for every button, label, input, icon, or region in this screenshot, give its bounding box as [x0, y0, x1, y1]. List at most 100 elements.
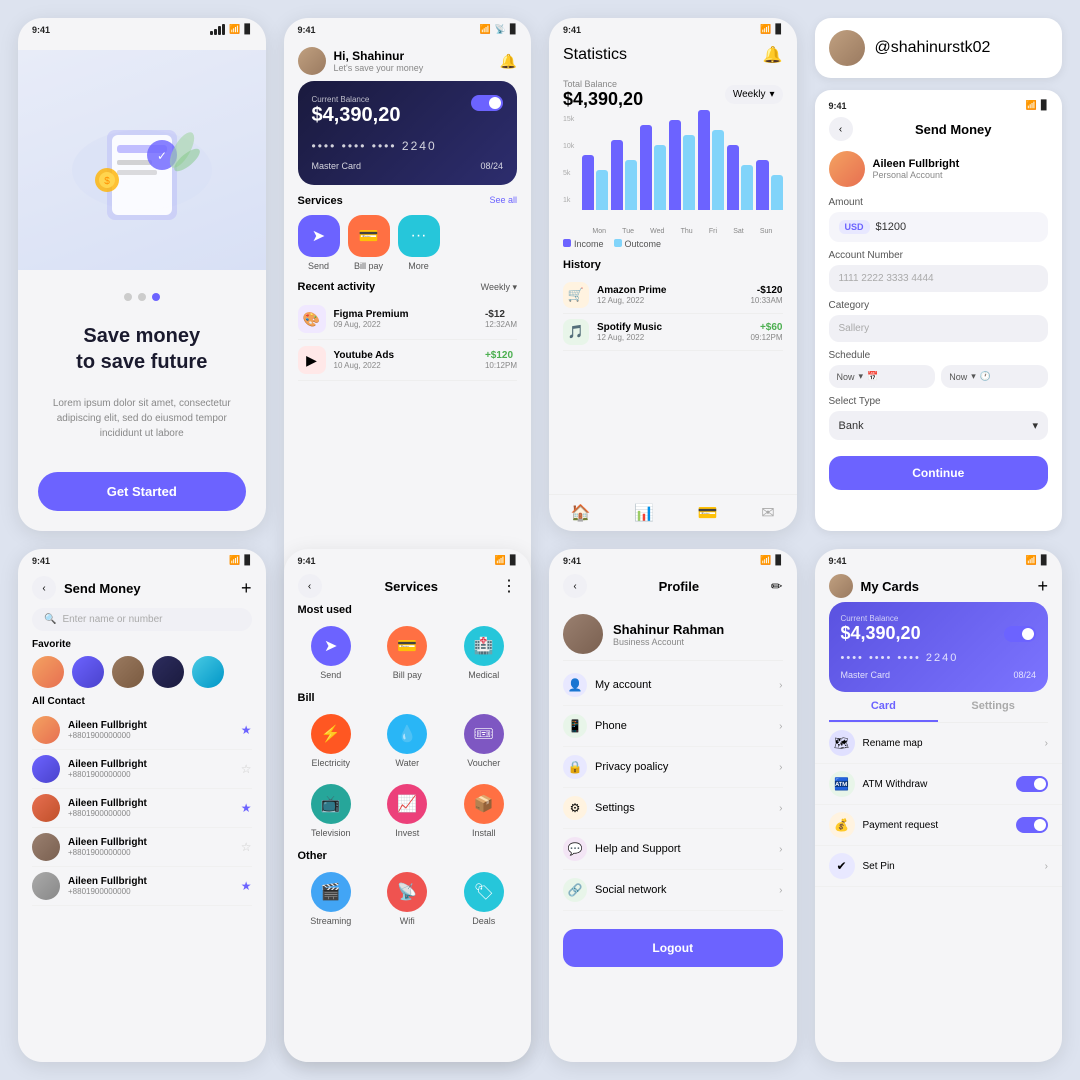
television-icon: 📺 — [311, 784, 351, 824]
contact-3[interactable]: Aileen Fullbright +8801900000000 ★ — [32, 789, 252, 828]
see-all-link[interactable]: See all — [489, 195, 517, 207]
schedule-to[interactable]: Now ▾ 🕐 — [941, 365, 1048, 388]
service-television[interactable]: 📺 Television — [298, 784, 365, 838]
card-toggle[interactable] — [471, 95, 503, 111]
fav-avatar-3[interactable] — [112, 656, 144, 688]
profile-user-type: Business Account — [613, 637, 724, 647]
atm-toggle[interactable] — [1016, 776, 1048, 792]
contact-2[interactable]: Aileen Fullbright +8801900000000 ☆ — [32, 750, 252, 789]
setting-rename[interactable]: 🗺 Rename map › — [815, 723, 1063, 764]
amount-input[interactable]: USD $1200 — [829, 212, 1049, 242]
star-icon-3[interactable]: ★ — [241, 801, 252, 815]
nav-home-3[interactable]: 🏠 — [571, 503, 591, 523]
spotify-name: Spotify Music — [597, 322, 742, 333]
signal-icon-7: 📶 — [760, 555, 771, 566]
service-invest[interactable]: 📈 Invest — [374, 784, 441, 838]
profile-user-name: Shahinur Rahman — [613, 622, 724, 637]
service-streaming[interactable]: 🎬 Streaming — [298, 872, 365, 926]
star-icon-1[interactable]: ★ — [241, 723, 252, 737]
menu-settings[interactable]: ⚙ Settings › — [563, 788, 783, 829]
nav-card-3[interactable]: 💳 — [698, 503, 718, 523]
menu-social[interactable]: 🔗 Social network › — [563, 870, 783, 911]
category-input[interactable]: Sallery — [829, 315, 1049, 342]
tab-settings[interactable]: Settings — [938, 692, 1048, 722]
star-icon-4[interactable]: ☆ — [241, 840, 252, 854]
service-more[interactable]: ··· More — [398, 215, 440, 271]
menu-my-account[interactable]: 👤 My account › — [563, 665, 783, 706]
contact-name-1: Aileen Fullbright — [68, 720, 233, 731]
card-expiry-8: 08/24 — [1013, 670, 1036, 680]
television-label: Television — [311, 828, 351, 838]
amount-field: Amount USD $1200 — [829, 197, 1049, 242]
back-btn-6[interactable]: ‹ — [298, 574, 322, 598]
fav-avatar-1[interactable] — [32, 656, 64, 688]
recipient-info: Aileen Fullbright Personal Account — [873, 158, 960, 180]
service-send-6[interactable]: ➤ Send — [298, 626, 365, 680]
history-amazon: 🛒 Amazon Prime 12 Aug, 2022 -$120 10:33A… — [563, 277, 783, 314]
fav-avatar-4[interactable] — [152, 656, 184, 688]
bell-icon-3[interactable]: 🔔 — [763, 45, 783, 65]
contacts-card: 9:41 📶 ▊ ‹ Send Money + 🔍 Enter name or … — [18, 549, 266, 1062]
send-icon: ➤ — [298, 215, 340, 257]
service-water[interactable]: 💧 Water — [374, 714, 441, 768]
income-dot — [563, 239, 571, 247]
star-icon-5[interactable]: ★ — [241, 879, 252, 893]
menu-phone[interactable]: 📱 Phone › — [563, 706, 783, 747]
service-deals[interactable]: 🏷 Deals — [451, 872, 518, 926]
schedule-to-val: Now — [949, 372, 967, 382]
back-btn-7[interactable]: ‹ — [563, 574, 587, 598]
account-number-input[interactable]: 1111 2222 3333 4444 — [829, 265, 1049, 292]
service-install[interactable]: 📦 Install — [451, 784, 518, 838]
amazon-amount: -$120 — [750, 285, 782, 296]
bar-sat — [727, 145, 753, 210]
schedule-from[interactable]: Now ▾ 📅 — [829, 365, 936, 388]
continue-button[interactable]: Continue — [829, 456, 1049, 490]
contact-5[interactable]: Aileen Fullbright +8801900000000 ★ — [32, 867, 252, 906]
add-card-icon[interactable]: + — [1037, 576, 1048, 597]
setting-payment[interactable]: 💰 Payment request — [815, 805, 1063, 846]
edit-icon[interactable]: ✏ — [771, 578, 783, 595]
payment-toggle[interactable] — [1016, 817, 1048, 833]
svg-text:✓: ✓ — [157, 149, 167, 163]
weekly-filter[interactable]: Weekly ▾ — [481, 282, 517, 293]
service-billpay-6[interactable]: 💳 Bill pay — [374, 626, 441, 680]
arrow-social: › — [779, 885, 782, 896]
contact-1[interactable]: Aileen Fullbright +8801900000000 ★ — [32, 711, 252, 750]
search-box[interactable]: 🔍 Enter name or number — [32, 608, 252, 631]
fav-avatar-5[interactable] — [192, 656, 224, 688]
card-toggle-8[interactable] — [1004, 626, 1036, 642]
notification-icon[interactable]: 🔔 — [500, 53, 517, 70]
contacts-header: ‹ Send Money + — [18, 568, 266, 604]
service-voucher[interactable]: 🎟 Voucher — [451, 714, 518, 768]
menu-privacy[interactable]: 🔒 Privacy poalicy › — [563, 747, 783, 788]
setting-pin[interactable]: ✔ Set Pin › — [815, 846, 1063, 887]
setting-atm[interactable]: 🏧 ATM Withdraw — [815, 764, 1063, 805]
tab-card[interactable]: Card — [829, 692, 939, 722]
back-button[interactable]: ‹ — [829, 117, 853, 141]
rename-icon: 🗺 — [829, 730, 855, 756]
type-select[interactable]: Bank ▾ — [829, 411, 1049, 440]
menu-help[interactable]: 💬 Help and Support › — [563, 829, 783, 870]
account-number-label: Account Number — [829, 250, 1049, 261]
wifi-service-icon: 📡 — [387, 872, 427, 912]
service-wifi[interactable]: 📡 Wifi — [374, 872, 441, 926]
nav-mail-3[interactable]: ✉ — [761, 503, 774, 523]
weekly-select[interactable]: Weekly ▾ — [725, 85, 783, 104]
logout-button[interactable]: Logout — [563, 929, 783, 967]
service-send[interactable]: ➤ Send — [298, 215, 340, 271]
add-contact-icon[interactable]: + — [241, 578, 252, 599]
arrow-phone: › — [779, 721, 782, 732]
youtube-amount-col: +$120 10:12PM — [485, 350, 517, 370]
bill-title: Bill — [284, 688, 532, 706]
nav-chart-3[interactable]: 📊 — [634, 503, 654, 523]
get-started-button[interactable]: Get Started — [38, 472, 246, 511]
send-label-6: Send — [320, 670, 341, 680]
contact-4[interactable]: Aileen Fullbright +8801900000000 ☆ — [32, 828, 252, 867]
service-medical-6[interactable]: 🏥 Medical — [451, 626, 518, 680]
service-electricity[interactable]: ⚡ Electricity — [298, 714, 365, 768]
service-billpay[interactable]: 💳 Bill pay — [348, 215, 390, 271]
star-icon-2[interactable]: ☆ — [241, 762, 252, 776]
back-btn-5[interactable]: ‹ — [32, 576, 56, 600]
more-options-icon[interactable]: ⋮ — [501, 576, 517, 596]
fav-avatar-2[interactable] — [72, 656, 104, 688]
